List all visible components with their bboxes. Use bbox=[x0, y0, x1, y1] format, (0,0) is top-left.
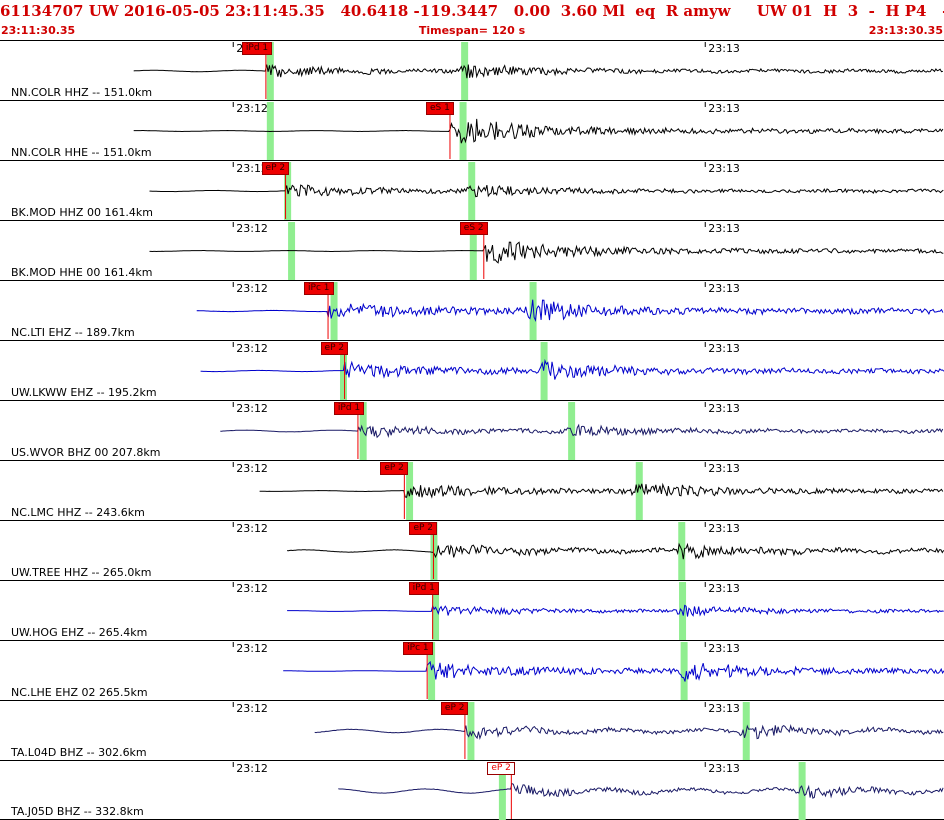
station-label: UW.TREE HHZ -- 265.0km bbox=[11, 566, 152, 579]
pick-label[interactable]: iPd 1 bbox=[241, 42, 273, 55]
timespan-label: Timespan= 120 s bbox=[418, 24, 526, 37]
trace-panel[interactable]: 23:12 23:13 iPd 1 US.WVOR BHZ 00 207.8km bbox=[0, 400, 944, 460]
waveform bbox=[149, 184, 944, 198]
time-tick-label: 23:13 bbox=[708, 762, 740, 775]
time-tick-label: 23:13 bbox=[708, 582, 740, 595]
station-label: NC.LHE EHZ 02 265.5km bbox=[11, 686, 148, 699]
station-label: NN.COLR HHZ -- 151.0km bbox=[11, 86, 153, 99]
time-tick-label: 23:13 bbox=[708, 162, 740, 175]
time-tick-label: 23:12 bbox=[236, 102, 268, 115]
time-tick-label: 23:12 bbox=[236, 342, 268, 355]
trace-panel[interactable]: 23:12 23:13 eP 2 UW.LKWW EHZ -- 195.2km bbox=[0, 340, 944, 400]
pick-label[interactable]: iPc 1 bbox=[304, 282, 334, 295]
waveform bbox=[314, 724, 944, 740]
station-label: UW.LKWW EHZ -- 195.2km bbox=[11, 386, 157, 399]
time-tick-label: 23:12 bbox=[236, 282, 268, 295]
event-header: 61134707 UW 2016-05-05 23:11:45.35 40.64… bbox=[0, 0, 944, 40]
trace-panel[interactable]: 23:12 23:13 eP 2 NC.LMC HHZ -- 243.6km bbox=[0, 460, 944, 520]
trace-panel[interactable]: 23:12 23:13 eP 2 UW.TREE HHZ -- 265.0km bbox=[0, 520, 944, 580]
time-tick-label: 23:12 bbox=[236, 702, 268, 715]
waveform bbox=[200, 358, 944, 380]
waveform bbox=[283, 660, 944, 682]
trace-panel[interactable]: 23:12 23:13 iPd 1 UW.HOG EHZ -- 265.4km bbox=[0, 580, 944, 640]
trace-panel[interactable]: 23:12 23:13 eS 2 BK.MOD HHE 00 161.4km bbox=[0, 220, 944, 280]
waveform bbox=[220, 423, 944, 439]
waveform bbox=[149, 241, 944, 264]
time-tick-label: 23:12 bbox=[236, 762, 268, 775]
time-tick-label: 23:13 bbox=[708, 102, 740, 115]
time-tick-label: 23:13 bbox=[708, 522, 740, 535]
trace-panel[interactable]: 23:12 23:13 eP 2 TA.J05D BHZ -- 332.8km bbox=[0, 760, 944, 820]
station-label: TA.J05D BHZ -- 332.8km bbox=[11, 805, 144, 818]
trace-panel[interactable]: 23:12 23:13 eS 1 NN.COLR HHE -- 151.0km bbox=[0, 100, 944, 160]
waveform bbox=[133, 63, 944, 79]
trace-panel[interactable]: 23:12 23:13 eP 2 BK.MOD HHZ 00 161.4km bbox=[0, 160, 944, 220]
pick-label[interactable]: eP 2 bbox=[487, 762, 515, 775]
arrival-marker bbox=[467, 702, 475, 760]
waveform bbox=[196, 299, 944, 322]
pick-label[interactable]: iPd 1 bbox=[333, 402, 365, 415]
trace-panel[interactable]: 23:12 23:13 eP 2 TA.L04D BHZ -- 302.6km bbox=[0, 700, 944, 760]
trace-canvas bbox=[196, 282, 944, 340]
time-tick-label: 23:13 bbox=[708, 642, 740, 655]
waveform bbox=[259, 482, 944, 499]
time-tick-label: 23:13 bbox=[708, 282, 740, 295]
time-tick-label: 23:13 bbox=[708, 702, 740, 715]
trace-panel[interactable]: 23:1223:13iPd 1NN.COLR HHZ -- 151.0km bbox=[0, 40, 944, 100]
end-time: 23:13:30.35 bbox=[868, 24, 943, 37]
station-label: BK.MOD HHZ 00 161.4km bbox=[11, 206, 154, 219]
waveform bbox=[287, 604, 944, 617]
pick-label[interactable]: eS 2 bbox=[459, 222, 488, 235]
time-tick-label: 23:13 bbox=[708, 222, 740, 235]
waveform bbox=[338, 782, 944, 799]
station-label: US.WVOR BHZ 00 207.8km bbox=[11, 446, 161, 459]
station-label: BK.MOD HHE 00 161.4km bbox=[11, 266, 153, 279]
time-tick-label: 23:12 bbox=[236, 222, 268, 235]
trace-panels[interactable]: 23:1223:13iPd 1NN.COLR HHZ -- 151.0km23:… bbox=[0, 40, 944, 820]
trace-panel[interactable]: 23:12 23:13 iPc 1 NC.LTI EHZ -- 189.7km bbox=[0, 280, 944, 340]
arrival-marker bbox=[461, 42, 469, 100]
time-tick-label: 23:12 bbox=[236, 462, 268, 475]
waveform bbox=[133, 118, 944, 144]
arrival-marker bbox=[529, 282, 537, 340]
time-tick-label: 23:13 bbox=[708, 462, 740, 475]
station-label: TA.L04D BHZ -- 302.6km bbox=[11, 746, 147, 759]
time-tick-label: 23:12 bbox=[236, 642, 268, 655]
event-summary: 61134707 UW 2016-05-05 23:11:45.35 40.64… bbox=[0, 2, 944, 20]
station-label: NC.LTI EHZ -- 189.7km bbox=[11, 326, 135, 339]
waveform bbox=[287, 542, 944, 560]
pick-label[interactable]: eP 2 bbox=[261, 162, 290, 175]
pick-label[interactable]: eP 2 bbox=[440, 702, 469, 715]
trace-panel[interactable]: 23:12 23:13 iPc 1 NC.LHE EHZ 02 265.5km bbox=[0, 640, 944, 700]
arrival-marker bbox=[680, 642, 688, 700]
time-tick-label: 23:12 bbox=[236, 582, 268, 595]
arrival-marker bbox=[459, 102, 467, 160]
time-tick-label: 23:13 bbox=[708, 342, 740, 355]
station-label: NN.COLR HHE -- 151.0km bbox=[11, 146, 152, 159]
time-tick-label: 23:13 bbox=[708, 402, 740, 415]
station-label: NC.LMC HHZ -- 243.6km bbox=[11, 506, 145, 519]
time-tick-label: 23:12 bbox=[236, 402, 268, 415]
arrival-marker bbox=[635, 462, 643, 520]
seismogram-viewer: { "header": { "title": "61134707 UW 2016… bbox=[0, 0, 944, 820]
time-tick-label: 23:13 bbox=[708, 42, 740, 55]
pick-label[interactable]: iPd 1 bbox=[408, 582, 439, 595]
station-label: UW.HOG EHZ -- 265.4km bbox=[11, 626, 148, 639]
arrival-marker bbox=[540, 342, 548, 400]
pick-label[interactable]: eP 2 bbox=[409, 522, 438, 535]
pick-label[interactable]: eP 2 bbox=[380, 462, 408, 475]
pick-label[interactable]: eP 2 bbox=[320, 342, 349, 355]
pick-label[interactable]: iPc 1 bbox=[403, 642, 433, 655]
pick-label[interactable]: eS 1 bbox=[425, 102, 454, 115]
time-tick-label: 23:12 bbox=[236, 522, 268, 535]
